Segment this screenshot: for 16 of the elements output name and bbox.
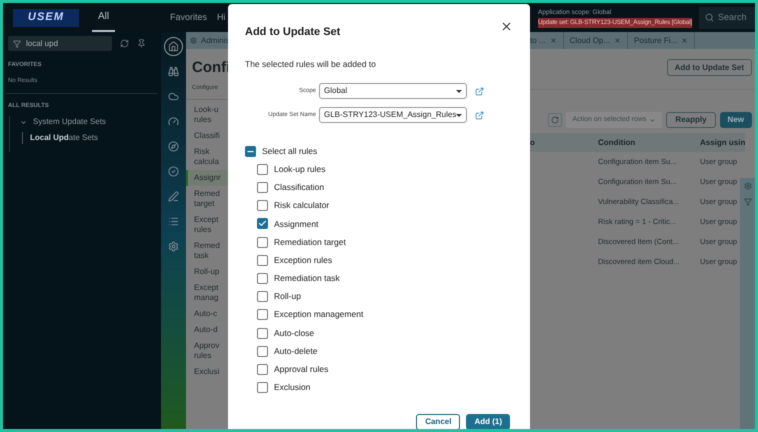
- checkbox-label: Exception management: [274, 308, 364, 322]
- checkbox-label: Assignment: [274, 218, 318, 230]
- checkbox-label: Risk calculator: [274, 199, 330, 212]
- checkbox-label: Auto-close: [274, 326, 314, 340]
- checkbox-label: Exception rules: [274, 254, 332, 267]
- checkbox-label: Select all rules: [262, 144, 318, 158]
- checkbox-label: Remediation target: [274, 236, 346, 248]
- dialog-title: Add to Update Set: [245, 25, 340, 40]
- checkbox-label: Exclusion: [274, 381, 310, 394]
- checkbox-label: Remediation task: [274, 272, 340, 285]
- checkbox-label: Roll-up: [274, 290, 301, 304]
- checkbox-label: Classification: [274, 181, 324, 194]
- dialog-intro: The selected rules will be added to: [245, 58, 377, 70]
- checkbox-label: Look-up rules: [274, 162, 326, 176]
- checkbox-label: Approval rules: [274, 363, 328, 376]
- checkbox-label: Auto-delete: [274, 344, 318, 358]
